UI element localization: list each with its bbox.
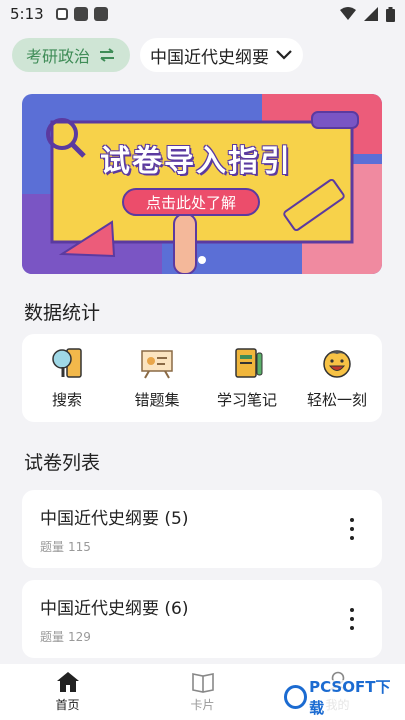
swap-icon bbox=[100, 48, 115, 62]
stat-label-relax: 轻松一刻 bbox=[306, 390, 367, 409]
notification-app-icon bbox=[73, 7, 88, 21]
paper-title: 中国近代史纲要 (6) bbox=[40, 599, 189, 619]
stats-section-title: 数据统计 bbox=[24, 302, 101, 324]
nav-home[interactable]: 首页 bbox=[23, 671, 113, 713]
watermark: PCSOFT下载 bbox=[280, 678, 405, 717]
notification-a-icon bbox=[55, 8, 68, 20]
search-icon bbox=[52, 347, 82, 378]
smiley-icon bbox=[323, 349, 351, 378]
guide-banner[interactable]: 试卷导入指引 点击此处了解 bbox=[22, 94, 382, 274]
paper-count-value: 115 bbox=[68, 540, 91, 554]
subject-label: 考研政治 bbox=[26, 47, 91, 66]
stat-wrong-questions[interactable]: 错题集 bbox=[117, 347, 197, 410]
paper-count-value: 129 bbox=[68, 630, 91, 644]
more-options-icon[interactable] bbox=[342, 608, 362, 630]
banner-cta-button[interactable]: 点击此处了解 bbox=[122, 188, 260, 216]
more-options-icon[interactable] bbox=[342, 518, 362, 540]
stat-relax[interactable]: 轻松一刻 bbox=[297, 347, 377, 410]
wifi-icon bbox=[340, 7, 356, 20]
papers-section-title: 试卷列表 bbox=[24, 452, 101, 474]
subject-switch-button[interactable]: 考研政治 bbox=[12, 38, 131, 72]
paper-question-count: 题量 129 bbox=[40, 628, 91, 645]
book-icon bbox=[191, 673, 214, 693]
carousel-indicator bbox=[198, 256, 206, 264]
notebook-icon bbox=[235, 347, 263, 378]
stats-card: 搜索 错题集 学习笔记 轻松一刻 bbox=[22, 334, 382, 422]
signal-icon bbox=[364, 7, 378, 21]
status-bar: 5:13 bbox=[0, 0, 405, 28]
stat-search[interactable]: 搜索 bbox=[27, 347, 107, 410]
whiteboard-icon bbox=[141, 349, 173, 378]
status-time: 5:13 bbox=[10, 5, 44, 23]
book-dropdown[interactable]: 中国近代史纲要 bbox=[140, 38, 304, 72]
book-label: 中国近代史纲要 bbox=[150, 47, 270, 68]
chevron-down-icon bbox=[276, 50, 292, 60]
paper-title: 中国近代史纲要 (5) bbox=[40, 509, 189, 529]
banner-illustration bbox=[22, 94, 382, 274]
stat-label-study-notes: 学习笔记 bbox=[216, 390, 277, 409]
stat-study-notes[interactable]: 学习笔记 bbox=[207, 347, 287, 410]
nav-label-home: 首页 bbox=[55, 698, 80, 712]
paper-card[interactable]: 中国近代史纲要 (6) 题量 129 bbox=[22, 580, 382, 658]
watermark-text: PCSOFT下载 bbox=[309, 678, 391, 717]
home-icon bbox=[56, 672, 79, 692]
top-selector-row: 考研政治 中国近代史纲要 bbox=[12, 38, 393, 72]
banner-title: 试卷导入指引 bbox=[100, 144, 292, 179]
watermark-logo-icon bbox=[284, 685, 308, 709]
paper-count-label: 题量 bbox=[40, 630, 65, 644]
paper-card[interactable]: 中国近代史纲要 (5) 题量 115 bbox=[22, 490, 382, 568]
paper-count-label: 题量 bbox=[40, 540, 65, 554]
battery-icon bbox=[386, 6, 395, 22]
nav-cards[interactable]: 卡片 bbox=[158, 671, 248, 713]
notification-app-icon-2 bbox=[93, 7, 108, 21]
stat-label-wrong-questions: 错题集 bbox=[134, 390, 180, 409]
stat-label-search: 搜索 bbox=[51, 390, 82, 409]
paper-question-count: 题量 115 bbox=[40, 538, 91, 555]
nav-label-cards: 卡片 bbox=[190, 698, 215, 712]
